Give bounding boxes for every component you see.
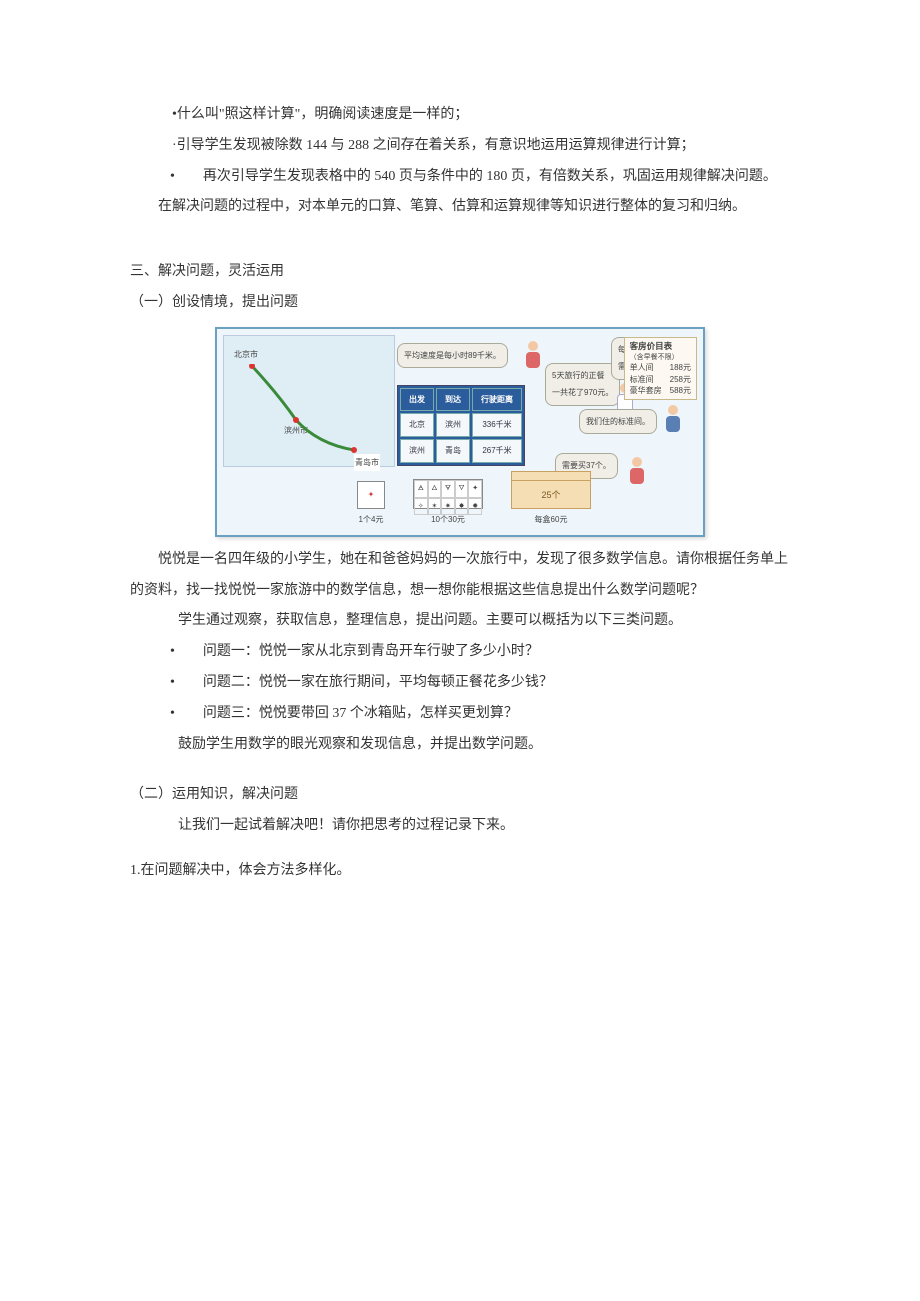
- compass-icon: [357, 481, 385, 509]
- para-yueyue-intro: 悦悦是一名四年级的小学生，她在和爸爸妈妈的一次旅行中，发现了很多数学信息。请你根…: [130, 545, 790, 607]
- city-qingdao: 青岛市: [354, 454, 380, 472]
- person-4: [627, 457, 647, 487]
- person-1: [523, 341, 543, 371]
- para-observe: 学生通过观察，获取信息，整理信息，提出问题。主要可以概括为以下三类问题。: [130, 606, 790, 637]
- grid-icon: 🜁🜂🜃🜄✦✧✶✷✸✹: [413, 479, 483, 509]
- bubble-room: 我们住的标准间。: [579, 409, 657, 435]
- good-box: 25个每盒60元: [511, 471, 591, 529]
- distance-table: 出发到达行驶距离 北京滨州336千米 滨州青岛267千米: [397, 385, 525, 466]
- bullet-reading-speed: •什么叫"照这样计算"，明确阅读速度是一样的；: [130, 100, 790, 131]
- scenario-panel: 北京市 滨州市 青岛市 平均速度是每小时89千米。 5天旅行的正餐一共花了970…: [215, 327, 705, 537]
- goods-row: 1个4元 🜁🜂🜃🜄✦✧✶✷✸✹10个30元 25个每盒60元: [357, 471, 591, 529]
- box-icon: 25个: [511, 471, 591, 509]
- summary-para: 在解决问题的过程中，对本单元的口算、笔算、估算和运算规律等知识进行整体的复习和归…: [130, 192, 790, 223]
- bubble-meal: 5天旅行的正餐一共花了970元。: [545, 363, 620, 406]
- section-3-heading: 三、解决问题，灵活运用: [130, 257, 790, 288]
- question-2: • 问题二：悦悦一家在旅行期间，平均每顿正餐花多少钱？: [130, 668, 790, 699]
- question-3: • 问题三：悦悦要带回 37 个冰箱贴，怎样买更划算？: [130, 699, 790, 730]
- good-10: 🜁🜂🜃🜄✦✧✶✷✸✹10个30元: [413, 479, 483, 529]
- illustration: 北京市 滨州市 青岛市 平均速度是每小时89千米。 5天旅行的正餐一共花了970…: [130, 327, 790, 537]
- bubble-speed: 平均速度是每小时89千米。: [397, 343, 508, 369]
- city-beijing: 北京市: [234, 346, 258, 364]
- price-table: 客房价目表 （含早餐不限） 单人间 188元 标准间 258元 豪华套房 588…: [624, 337, 697, 400]
- section-3-2-heading: （二）运用知识，解决问题: [130, 780, 790, 811]
- bullet-divisor-relation: ·引导学生发现被除数 144 与 288 之间存在着关系，有意识地运用运算规律进…: [130, 131, 790, 162]
- section-3-1-heading: （一）创设情境，提出问题: [130, 288, 790, 319]
- person-3: [663, 405, 683, 435]
- para-encourage: 鼓励学生用数学的眼光观察和发现信息，并提出数学问题。: [130, 730, 790, 761]
- good-1: 1个4元: [357, 481, 385, 529]
- para-method-variety: 1.在问题解决中，体会方法多样化。: [130, 856, 790, 887]
- para-try-solve: 让我们一起试着解决吧！请你把思考的过程记录下来。: [130, 811, 790, 842]
- question-1: • 问题一：悦悦一家从北京到青岛开车行驶了多少小时？: [130, 637, 790, 668]
- route-line: [248, 364, 358, 454]
- bullet-multiple-relation: • 再次引导学生发现表格中的 540 页与条件中的 180 页，有倍数关系，巩固…: [130, 162, 790, 193]
- map: 北京市 滨州市 青岛市: [223, 335, 395, 467]
